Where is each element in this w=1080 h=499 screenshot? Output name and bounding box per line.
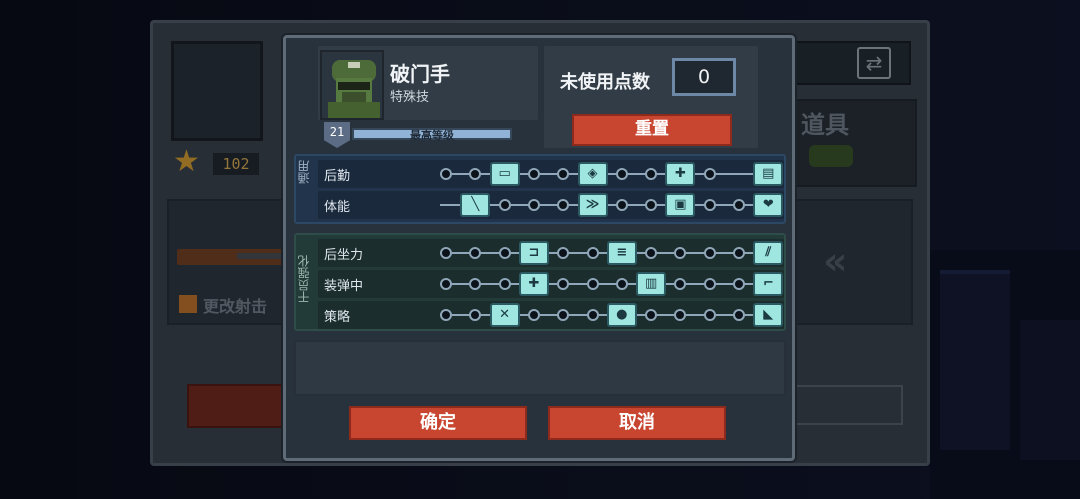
skill-node[interactable] [469,247,482,259]
skill-node[interactable] [557,309,570,321]
skill-node[interactable] [703,199,716,211]
level-status: 最高等级 [410,129,454,142]
reset-button[interactable]: 重置 [572,114,732,146]
skill-row: 后勤 ▭ ◈ ✚ ▤ [318,160,784,188]
skill-node[interactable] [703,168,716,180]
skill-node[interactable] [440,309,452,321]
skill-group-operator: 干员强化 后坐力 ⊐ ≡ ⫽ 装弹中 ✚ ▥ ⌐ 策略 ✕ ● ◣ [294,233,786,331]
skill-row-label: 后勤 [324,169,351,184]
supply-icon[interactable]: ▭ [489,162,520,186]
spread-icon[interactable]: ⫽ [753,241,784,265]
skill-node[interactable] [527,309,540,321]
skill-row-label: 策略 [324,310,351,325]
gun-icon[interactable]: ⌐ [753,272,784,296]
skill-node[interactable] [733,247,745,259]
unused-points-label: 未使用点数 [560,72,650,93]
skill-node[interactable] [527,199,540,211]
grip-icon[interactable]: ⊐ [518,241,549,265]
badge-icon[interactable]: ◣ [753,303,784,327]
skill-node[interactable] [674,247,687,259]
skill-node[interactable] [557,199,570,211]
skill-node[interactable] [440,247,452,259]
skill-node[interactable] [557,168,570,180]
skill-node[interactable] [645,247,658,259]
magazine-icon[interactable]: ▥ [636,272,667,296]
skill-node[interactable] [440,278,452,290]
skill-node[interactable] [498,278,511,290]
skill-row: 策略 ✕ ● ◣ [318,301,784,329]
skill-node[interactable] [615,199,628,211]
skill-node[interactable] [498,199,511,211]
skill-node[interactable] [615,278,628,290]
armor-icon[interactable]: ▣ [665,193,696,217]
skill-row-label: 装弹中 [324,279,364,294]
cancel-button[interactable]: 取消 [548,406,726,440]
skill-node[interactable] [586,278,599,290]
character-card: 破门手 特殊技 [318,46,538,120]
skill-node[interactable] [469,168,482,180]
skill-node[interactable] [527,168,540,180]
skill-node[interactable] [645,199,658,211]
skill-tree-dialog: 破门手 特殊技 21 最高等级 未使用点数 0 重置 通用 后勤 ▭ ◈ ✚ ▤ 体能… [283,35,795,461]
medkit-icon[interactable]: ✚ [665,162,696,186]
shield-plus-icon[interactable]: ◈ [577,162,608,186]
skill-track [440,283,780,285]
level-progress-bar: 最高等级 [352,128,512,142]
character-name: 破门手 [390,62,450,86]
skill-node[interactable] [645,309,658,321]
group-tag: 通用 [297,160,311,184]
skill-node[interactable] [674,309,687,321]
skill-node[interactable] [615,168,628,180]
skill-node[interactable] [733,199,745,211]
skill-node[interactable] [703,278,716,290]
skill-node[interactable] [674,278,687,290]
level-badge: 21 [324,122,350,148]
grenade-icon[interactable]: ● [606,303,637,327]
skill-description-box [294,340,786,396]
unused-points-value: 0 [672,58,736,96]
skill-node[interactable] [557,278,570,290]
skill-node[interactable] [498,247,511,259]
ammo-crate-icon[interactable]: ▤ [753,162,784,186]
skill-row: 体能 ╲ ≫ ▣ ❤ [318,191,784,219]
tools-icon[interactable]: ✕ [489,303,520,327]
skill-track [440,204,780,206]
skill-row-label: 体能 [324,200,351,215]
character-subtitle: 特殊技 [390,90,430,105]
skill-row-label: 后坐力 [324,248,364,263]
skill-row: 装弹中 ✚ ▥ ⌐ [318,270,784,298]
skill-node[interactable] [586,309,599,321]
skill-node[interactable] [733,278,745,290]
skill-node[interactable] [703,309,716,321]
confirm-button[interactable]: 确定 [349,406,527,440]
skill-node[interactable] [469,278,482,290]
knife-icon[interactable]: ╲ [460,193,491,217]
reload-plus-icon[interactable]: ✚ [518,272,549,296]
points-card: 未使用点数 0 重置 [544,46,758,148]
skill-node[interactable] [586,247,599,259]
skill-node[interactable] [703,247,716,259]
skill-node[interactable] [440,168,452,180]
sprint-icon[interactable]: ≫ [577,193,608,217]
skill-node[interactable] [733,309,745,321]
skill-node[interactable] [469,309,482,321]
skill-node[interactable] [557,247,570,259]
group-tag: 干员强化 [297,255,311,303]
skill-group-general: 通用 后勤 ▭ ◈ ✚ ▤ 体能 ╲ ≫ ▣ ❤ [294,154,786,224]
skill-node[interactable] [645,168,658,180]
soldier-portrait [320,50,384,120]
skill-row: 后坐力 ⊐ ≡ ⫽ [318,239,784,267]
bullets-icon[interactable]: ≡ [606,241,637,265]
heart-icon[interactable]: ❤ [753,193,784,217]
